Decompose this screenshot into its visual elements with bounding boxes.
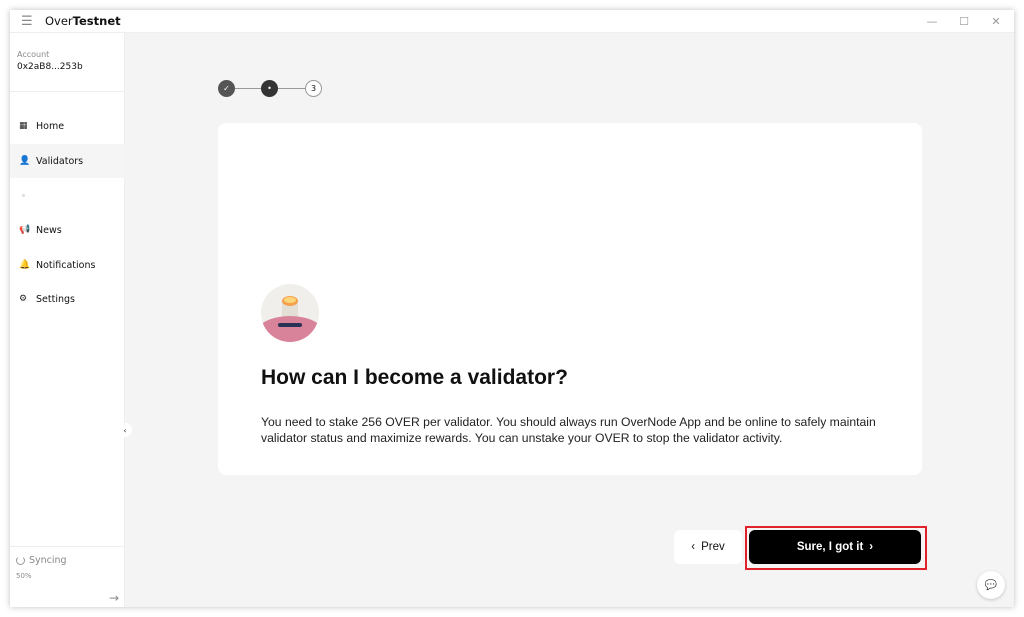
maximize-button[interactable]: ☐ bbox=[947, 10, 981, 33]
hamburger-menu-icon[interactable]: ☰ bbox=[21, 14, 33, 29]
sidebar-item-label: News bbox=[36, 224, 62, 236]
users-icon: 👤 bbox=[19, 156, 31, 166]
app-title: OverTestnet bbox=[45, 14, 121, 28]
sidebar-item-news[interactable]: 📢 News bbox=[10, 213, 125, 247]
step-connector bbox=[278, 88, 305, 89]
sync-label: Syncing bbox=[29, 555, 67, 566]
chat-icon: 💬 bbox=[984, 579, 998, 591]
app-window: ☰ OverTestnet — ☐ ✕ Account 0x2aB8...253… bbox=[10, 10, 1014, 607]
step-1-done: ✓ bbox=[218, 80, 235, 97]
sync-status: Syncing 50% → bbox=[10, 546, 125, 607]
spinner-icon bbox=[16, 556, 25, 565]
sidebar-item-label: Settings bbox=[36, 293, 75, 305]
chevron-left-icon: ‹ bbox=[691, 541, 696, 553]
prev-label: Prev bbox=[701, 541, 725, 553]
sidebar-item-home[interactable]: ▦ Home bbox=[10, 109, 125, 143]
account-info: Account 0x2aB8...253b bbox=[10, 33, 124, 92]
arrow-right-icon[interactable]: → bbox=[109, 591, 119, 605]
title-bar: ☰ OverTestnet — ☐ ✕ bbox=[10, 10, 1014, 33]
check-icon: ✓ bbox=[223, 84, 230, 93]
sidebar-item-label: Home bbox=[36, 120, 65, 132]
step-connector bbox=[235, 88, 261, 89]
step-number: 3 bbox=[310, 84, 317, 93]
step-2-current: • bbox=[261, 80, 278, 97]
card-description: You need to stake 256 OVER per validator… bbox=[261, 415, 876, 445]
sidebar-item-label: Validators bbox=[36, 155, 84, 167]
gear-icon: ⚙ bbox=[19, 294, 28, 304]
card-title: How can I become a validator? bbox=[261, 366, 568, 389]
dot-icon: • bbox=[267, 84, 272, 93]
account-address[interactable]: 0x2aB8...253b bbox=[17, 62, 124, 72]
sidebar-item-notifications[interactable]: 🔔 Notifications bbox=[10, 248, 125, 282]
close-button[interactable]: ✕ bbox=[979, 10, 1013, 33]
piggy-bank-coin-illustration bbox=[261, 284, 319, 342]
sidebar-item-label: Notifications bbox=[36, 259, 96, 271]
sync-percent: 50% bbox=[16, 572, 32, 580]
separator-dot bbox=[22, 194, 25, 197]
step-3: 3 bbox=[305, 80, 322, 97]
collapse-sidebar-button[interactable]: ‹ bbox=[118, 423, 132, 437]
megaphone-icon: 📢 bbox=[19, 225, 31, 235]
account-label: Account bbox=[17, 50, 50, 59]
sidebar-item-validators[interactable]: 👤 Validators bbox=[10, 144, 125, 178]
info-card: How can I become a validator? You need t… bbox=[218, 123, 922, 475]
sidebar-item-settings[interactable]: ⚙ Settings bbox=[10, 282, 125, 316]
chat-button[interactable]: 💬 bbox=[977, 571, 1005, 599]
prev-button[interactable]: ‹ Prev bbox=[674, 530, 742, 564]
bell-icon: 🔔 bbox=[19, 260, 31, 270]
sidebar: Account 0x2aB8...253b ▦ Home 👤 Validators … bbox=[10, 33, 125, 607]
minimize-button[interactable]: — bbox=[915, 10, 949, 33]
grid-icon: ▦ bbox=[19, 121, 28, 131]
highlight-box bbox=[745, 526, 927, 570]
